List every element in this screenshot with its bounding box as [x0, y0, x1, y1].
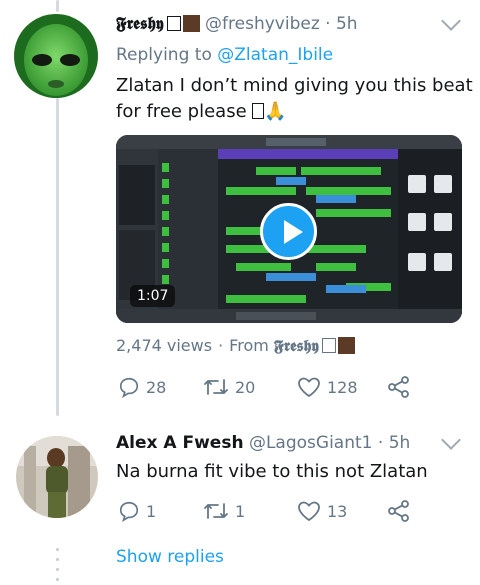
- handle[interactable]: @freshyvibez: [205, 14, 320, 34]
- views-label: 2,474 views: [116, 336, 213, 355]
- avatar[interactable]: [14, 14, 98, 98]
- reply-button[interactable]: 28: [118, 376, 166, 398]
- retweet-icon: [204, 503, 228, 519]
- reply-button[interactable]: 1: [118, 500, 156, 522]
- replying-to: Replying to @Zlatan_Ibile: [116, 45, 334, 65]
- video-duration: 1:07: [130, 285, 176, 307]
- emoji-placeholder-icon: [321, 338, 336, 353]
- pray-emoji-icon: 🙏: [264, 101, 287, 122]
- timestamp[interactable]: 5h: [336, 14, 358, 34]
- share-button[interactable]: [387, 500, 417, 522]
- brown-square-icon: [337, 337, 355, 354]
- display-name[interactable]: 𝕱𝖗𝖊𝖘𝖍𝖞: [116, 14, 164, 34]
- tweet-text-line1: Zlatan I don’t mind giving you this beat: [116, 75, 473, 96]
- avatar[interactable]: [16, 436, 98, 518]
- reply-header: Alex A Fwesh @LagosGiant1 · 5h: [116, 433, 411, 453]
- chevron-down-icon[interactable]: [441, 430, 461, 450]
- reply-icon: [119, 501, 139, 522]
- brown-square-icon: [182, 15, 200, 32]
- view-count: 2,474 views · From 𝕱𝖗𝖊𝖘𝖍𝖞: [116, 336, 355, 356]
- tweet-text: Zlatan I don’t mind giving you this beat…: [116, 73, 473, 125]
- thread-line: [56, 98, 59, 416]
- share-icon: [388, 376, 409, 398]
- tweet-header: 𝕱𝖗𝖊𝖘𝖍𝖞 @freshyvibez · 5h: [116, 14, 358, 34]
- mention-link[interactable]: @Zlatan_Ibile: [217, 45, 333, 65]
- share-icon: [388, 500, 409, 522]
- show-replies-link[interactable]: Show replies: [116, 547, 224, 567]
- reply-text: Na burna fit vibe to this not Zlatan: [116, 461, 428, 482]
- share-button[interactable]: [387, 376, 417, 398]
- like-icon: [298, 377, 320, 398]
- emoji-placeholder-icon: [252, 103, 265, 119]
- like-icon: [298, 501, 320, 522]
- retweet-button[interactable]: 20: [203, 376, 255, 398]
- tweet-text-line2: for free please: [116, 101, 247, 122]
- display-name[interactable]: Alex A Fwesh: [116, 433, 244, 453]
- from-name[interactable]: 𝕱𝖗𝖊𝖘𝖍𝖞: [274, 336, 319, 355]
- reply-icon: [119, 377, 139, 398]
- like-button[interactable]: 13: [297, 500, 347, 522]
- handle[interactable]: @LagosGiant1: [249, 433, 373, 453]
- like-button[interactable]: 128: [297, 376, 358, 398]
- retweet-icon: [204, 379, 228, 395]
- timestamp[interactable]: 5h: [389, 433, 411, 453]
- chevron-down-icon[interactable]: [441, 11, 461, 31]
- emoji-placeholder-icon: [166, 16, 181, 31]
- retweet-button[interactable]: 1: [203, 500, 245, 522]
- thread-line-top: [56, 0, 59, 12]
- play-icon[interactable]: [260, 203, 317, 260]
